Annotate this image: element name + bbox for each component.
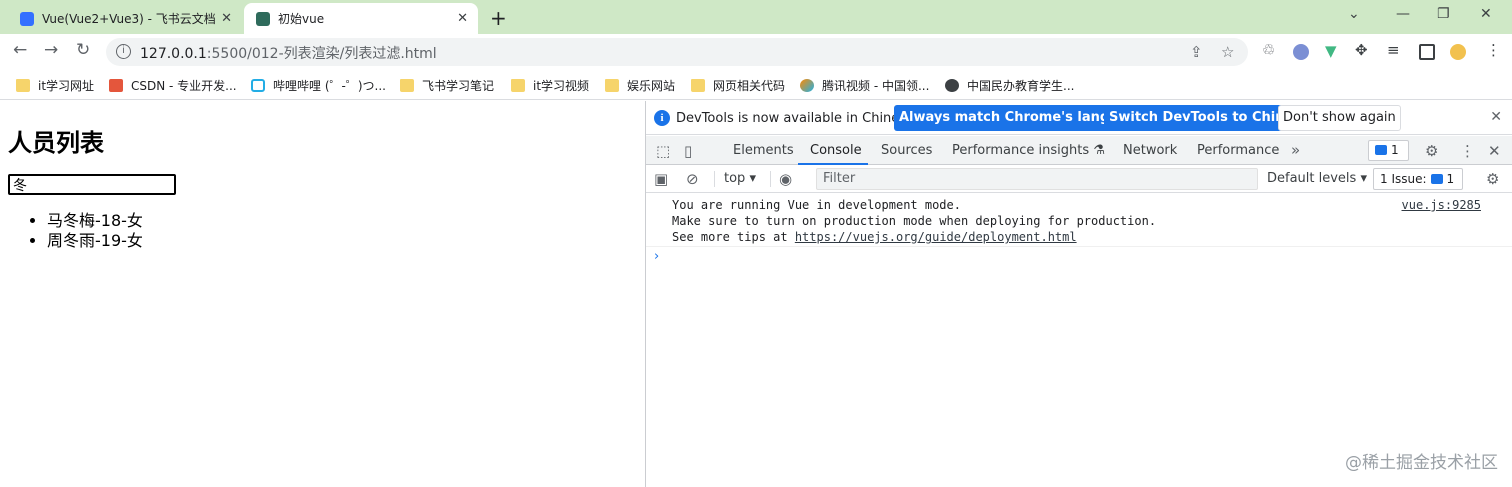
bookmark-item[interactable]: it学习网址 xyxy=(16,77,94,94)
back-icon[interactable]: ← xyxy=(13,40,27,60)
restore-icon[interactable]: ❐ xyxy=(1437,6,1450,22)
tab-elements[interactable]: Elements xyxy=(733,143,794,158)
list-item: 马冬梅-18-女 xyxy=(47,211,143,231)
console-message: You are running Vue in development mode.… xyxy=(646,194,1512,247)
clear-console-icon[interactable]: ⊘ xyxy=(686,170,699,188)
browser-toolbar: ← → ↻ i 127.0.0.1:5500/012-列表渲染/列表过滤.htm… xyxy=(0,34,1512,70)
bookmark-item[interactable]: 飞书学习笔记 xyxy=(400,77,494,94)
close-icon[interactable]: ✕ xyxy=(221,11,232,26)
csdn-icon xyxy=(109,79,123,92)
close-window-icon[interactable]: ✕ xyxy=(1480,6,1492,22)
close-icon[interactable]: ✕ xyxy=(457,11,468,26)
site-info-icon[interactable]: i xyxy=(116,44,131,59)
reload-icon[interactable]: ↻ xyxy=(76,40,90,60)
bookmark-item[interactable]: 网页相关代码 xyxy=(691,77,785,94)
share-icon[interactable]: ⇪ xyxy=(1190,43,1203,61)
more-tabs-icon[interactable]: » xyxy=(1291,141,1300,159)
issues-badge[interactable]: 1 xyxy=(1368,140,1409,161)
chevron-down-icon[interactable]: ⌄ xyxy=(1348,6,1360,22)
folder-icon xyxy=(691,79,705,92)
tab-sources[interactable]: Sources xyxy=(881,143,932,158)
source-link[interactable]: vue.js:9285 xyxy=(1402,198,1481,212)
console-line: You are running Vue in development mode. xyxy=(672,198,961,212)
folder-icon xyxy=(16,79,30,92)
tab-performance-insights[interactable]: Performance insights ⚗ xyxy=(952,143,1105,158)
bookmark-star-icon[interactable]: ☆ xyxy=(1221,43,1234,61)
tab-strip: Vue(Vue2+Vue3) - 飞书云文档 ✕ 初始vue ✕ + ⌄ — ❐… xyxy=(0,0,1512,34)
deployment-link[interactable]: https://vuejs.org/guide/deployment.html xyxy=(795,230,1077,244)
folder-icon xyxy=(511,79,525,92)
more-options-icon[interactable]: ⋮ xyxy=(1460,142,1475,160)
inspect-element-icon[interactable]: ⬚ xyxy=(656,142,670,160)
feishu-doc-icon xyxy=(20,11,34,26)
devtools-tab-bar: ⬚ ▯ Elements Console Sources Performance… xyxy=(646,136,1512,165)
minimize-icon[interactable]: — xyxy=(1396,6,1410,22)
close-devtools-icon[interactable]: ✕ xyxy=(1488,142,1501,160)
console-prompt-icon[interactable]: › xyxy=(654,249,659,264)
bookmark-item[interactable]: 哔哩哔哩 (゜-゜)つ... xyxy=(251,77,386,94)
devtools-panel: i DevTools is now available in Chinese! … xyxy=(646,101,1512,487)
reading-list-icon[interactable]: ≡ xyxy=(1387,41,1403,59)
vue-devtools-icon[interactable]: ▼ xyxy=(1325,42,1341,60)
bookmark-item[interactable]: CSDN - 专业开发... xyxy=(109,77,237,94)
flask-icon: ⚗ xyxy=(1093,143,1105,158)
url-text[interactable]: 127.0.0.1:5500/012-列表渲染/列表过滤.html xyxy=(140,43,437,63)
watermark: @稀土掘金技术社区 xyxy=(1345,453,1498,473)
more-icon[interactable]: ⋮ xyxy=(1486,41,1502,59)
bookmark-item[interactable]: it学习视频 xyxy=(511,77,589,94)
close-icon[interactable]: ✕ xyxy=(1490,109,1502,125)
vscode-icon xyxy=(256,11,270,26)
bilibili-icon xyxy=(251,79,265,92)
tab-network[interactable]: Network xyxy=(1123,143,1177,158)
bookmark-item[interactable]: 中国民办教育学生... xyxy=(945,77,1074,94)
folder-icon xyxy=(400,79,414,92)
gear-icon[interactable]: ⚙ xyxy=(1425,142,1438,160)
eye-icon[interactable]: ◉ xyxy=(779,170,792,188)
bookmarks-bar: it学习网址 CSDN - 专业开发... 哔哩哔哩 (゜-゜)つ... 飞书学… xyxy=(0,70,1512,100)
filter-input[interactable] xyxy=(8,174,176,195)
tab-performance[interactable]: Performance xyxy=(1197,143,1279,158)
infobar-message: DevTools is now available in Chinese! xyxy=(676,111,920,126)
console-filter-input[interactable]: Filter xyxy=(816,168,1258,190)
message-icon xyxy=(1375,145,1387,155)
bookmark-item[interactable]: 娱乐网站 xyxy=(605,77,675,94)
info-icon: i xyxy=(654,110,670,126)
device-toolbar-icon[interactable]: ▯ xyxy=(684,142,692,160)
avatar[interactable] xyxy=(1450,44,1466,60)
extension-icon[interactable] xyxy=(1293,44,1309,60)
side-panel-icon[interactable] xyxy=(1419,44,1435,60)
tab-vue[interactable]: 初始vue ✕ xyxy=(244,3,478,34)
address-bar[interactable]: i 127.0.0.1:5500/012-列表渲染/列表过滤.html ⇪ ☆ xyxy=(106,38,1248,66)
message-icon xyxy=(1430,174,1443,184)
recycle-extension-icon[interactable]: ♲ xyxy=(1262,41,1278,59)
folder-icon xyxy=(605,79,619,92)
console-line: Make sure to turn on production mode whe… xyxy=(672,214,1157,228)
puzzle-icon[interactable]: ✥ xyxy=(1355,41,1371,59)
page-viewport: 人员列表 马冬梅-18-女 周冬雨-19-女 xyxy=(0,101,645,487)
bookmark-item[interactable]: 腾讯视频 - 中国领... xyxy=(800,77,929,94)
tab-title: Vue(Vue2+Vue3) - 飞书云文档 xyxy=(42,12,216,26)
list-item: 周冬雨-19-女 xyxy=(47,231,143,251)
globe-icon xyxy=(945,79,959,92)
issues-button[interactable]: 1 Issue: 1 xyxy=(1373,168,1463,190)
forward-icon[interactable]: → xyxy=(44,40,58,60)
separator xyxy=(770,171,771,187)
tab-title: 初始vue xyxy=(278,12,325,26)
dont-show-again-button[interactable]: Don't show again xyxy=(1278,105,1401,131)
tab-console[interactable]: Console xyxy=(810,143,862,158)
person-list: 马冬梅-18-女 周冬雨-19-女 xyxy=(47,211,143,251)
language-infobar: i DevTools is now available in Chinese! … xyxy=(646,101,1512,135)
tab-feishu-doc[interactable]: Vue(Vue2+Vue3) - 飞书云文档 ✕ xyxy=(10,3,242,34)
new-tab-icon[interactable]: + xyxy=(490,6,507,30)
page-title: 人员列表 xyxy=(8,129,104,157)
context-selector[interactable]: top ▾ xyxy=(724,171,756,186)
separator xyxy=(714,171,715,187)
console-toolbar: ▣ ⊘ top ▾ ◉ Filter Default levels ▾ 1 Is… xyxy=(646,165,1512,193)
console-line: See more tips at https://vuejs.org/guide… xyxy=(672,230,1077,244)
tencent-video-icon xyxy=(800,79,814,92)
sidebar-toggle-icon[interactable]: ▣ xyxy=(654,170,668,188)
gear-icon[interactable]: ⚙ xyxy=(1486,170,1499,188)
log-levels-dropdown[interactable]: Default levels ▾ xyxy=(1267,171,1367,186)
